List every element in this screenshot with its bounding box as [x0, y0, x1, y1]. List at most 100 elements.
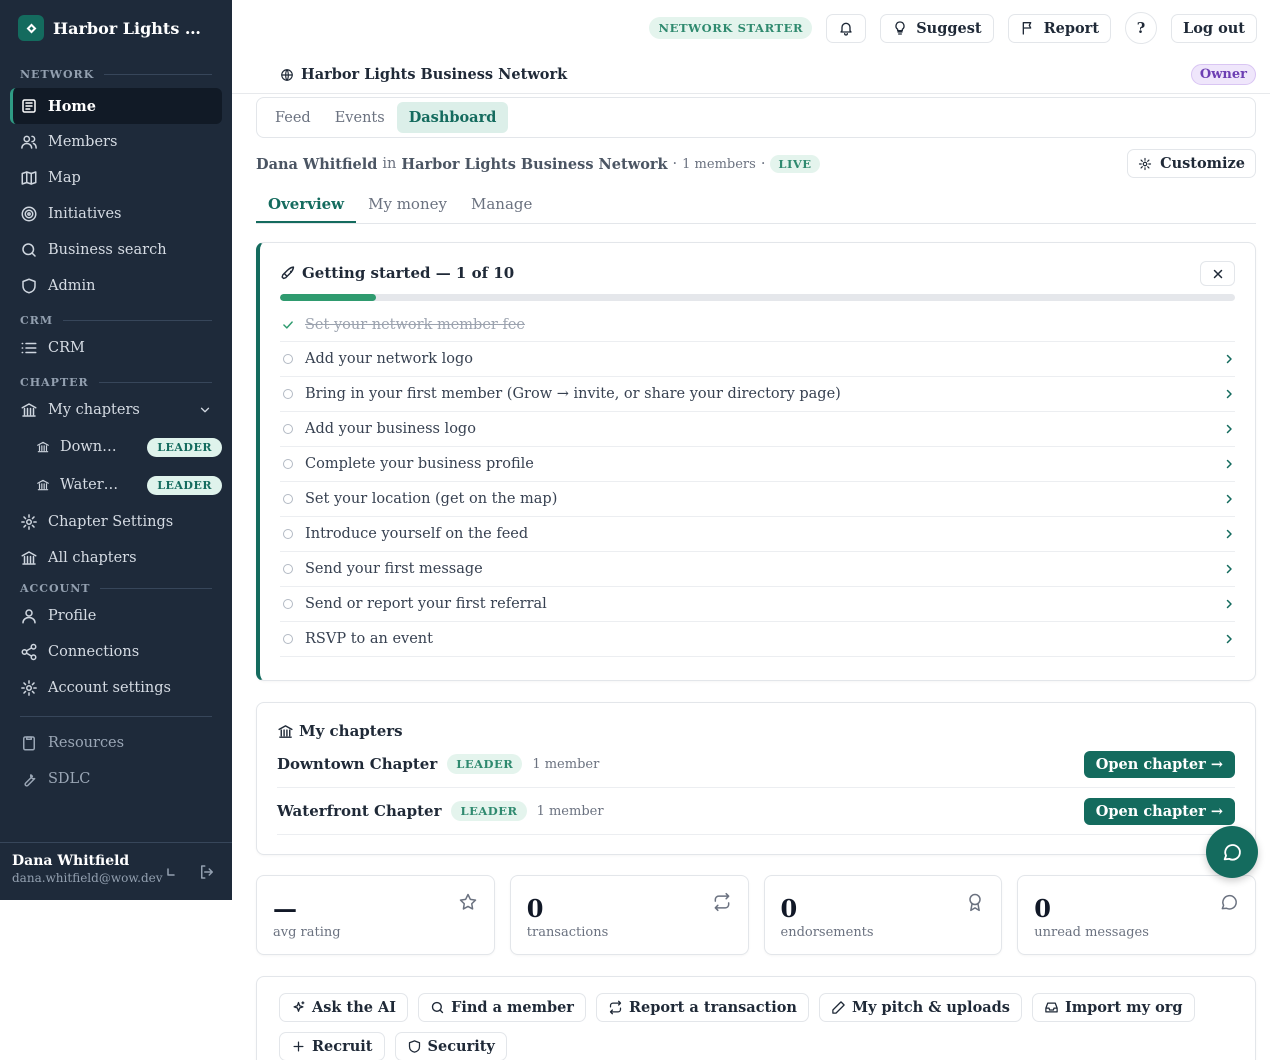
share-icon	[21, 643, 37, 661]
task-item[interactable]: Complete your business profile	[280, 447, 1235, 482]
gear-icon	[1138, 157, 1152, 170]
sidebar-item-initiatives[interactable]: Initiatives	[10, 196, 222, 232]
bank-icon	[21, 551, 37, 565]
stat-label: unread messages	[1034, 925, 1149, 940]
collapse-icon[interactable]	[162, 863, 180, 881]
repeat-icon	[609, 1000, 622, 1015]
import-org-button[interactable]: Import my org	[1031, 993, 1195, 1022]
task-item[interactable]: Send your first message	[280, 552, 1235, 587]
task-label: Add your business logo	[305, 421, 476, 437]
sidebar-item-downtown-chapter[interactable]: Downtown Chapter LEADER	[36, 428, 222, 466]
tab-events[interactable]: Events	[323, 103, 397, 133]
role-badge: Owner	[1190, 64, 1256, 85]
sidebar-item-all-chapters[interactable]: All chapters	[10, 540, 222, 576]
sidebar-item-sdlc[interactable]: SDLC	[10, 761, 222, 797]
task-item[interactable]: RSVP to an event	[280, 622, 1235, 657]
task-item[interactable]: Bring in your first member (Grow → invit…	[280, 377, 1235, 412]
find-member-button[interactable]: Find a member	[418, 993, 586, 1022]
sidebar-item-map[interactable]: Map	[10, 160, 222, 196]
chevron-right-icon	[1226, 564, 1232, 574]
shield-icon	[408, 1040, 420, 1053]
task-label: Send or report your first referral	[305, 596, 547, 612]
help-button[interactable]: ?	[1125, 12, 1158, 44]
sidebar-item-chapter-settings[interactable]: Chapter Settings	[10, 504, 222, 540]
section-network: NETWORK	[0, 64, 232, 84]
task-item[interactable]: Introduce yourself on the feed	[280, 517, 1235, 552]
sidebar-item-account-settings[interactable]: Account settings	[10, 670, 222, 706]
home-icon	[22, 99, 36, 113]
open-chapter-button[interactable]: Open chapter →	[1083, 797, 1235, 825]
chevron-down-icon[interactable]	[198, 403, 212, 417]
gear-icon	[21, 514, 37, 530]
ask-ai-button[interactable]: Ask the AI	[279, 993, 409, 1022]
chapter-name[interactable]: Waterfront Chapter	[277, 802, 441, 820]
sidebar-item-profile[interactable]: Profile	[10, 598, 222, 634]
sidebar-item-admin[interactable]: Admin	[10, 268, 222, 304]
context-members: 1 members	[682, 156, 756, 172]
getting-started-title: Getting started — 1 of 10	[280, 261, 1235, 285]
customize-button[interactable]: Customize	[1127, 149, 1256, 178]
stat-endorsements: 0 endorsements	[763, 875, 1003, 955]
chevron-right-icon	[1226, 634, 1232, 644]
stat-value: 0	[780, 894, 798, 923]
sidebar-item-my-chapters[interactable]: My chapters	[10, 392, 222, 428]
sidebar-item-resources[interactable]: Resources	[10, 725, 222, 761]
sidebar-item-home[interactable]: Home	[10, 88, 222, 124]
logout-icon[interactable]	[198, 863, 216, 881]
task-item[interactable]: Send or report your first referral	[280, 587, 1235, 622]
stat-label: transactions	[526, 925, 609, 940]
chapter-name[interactable]: Downtown Chapter	[277, 755, 437, 773]
getting-started-card: Getting started — 1 of 10 Set your netwo…	[256, 242, 1256, 681]
tab-manage[interactable]: Manage	[459, 190, 544, 223]
circle-icon	[283, 494, 293, 504]
sidebar-item-members[interactable]: Members	[10, 124, 222, 160]
circle-icon	[283, 529, 293, 539]
task-label: Add your network logo	[305, 351, 474, 367]
lightbulb-icon	[895, 21, 905, 35]
brand-logo-icon	[18, 15, 44, 41]
close-button[interactable]	[1200, 261, 1235, 286]
tab-dashboard[interactable]: Dashboard	[396, 102, 509, 133]
sidebar-divider	[20, 716, 212, 717]
network-name[interactable]: Harbor Lights Business Network	[301, 66, 567, 83]
security-button[interactable]: Security	[394, 1032, 507, 1060]
chat-button[interactable]	[1206, 826, 1258, 878]
context-row: Dana Whitfield in Harbor Lights Business…	[256, 138, 1256, 190]
sidebar-item-business-search[interactable]: Business search	[10, 232, 222, 268]
chapter-row: Waterfront Chapter LEADER 1 member Open …	[277, 788, 1235, 835]
sparkles-icon	[293, 1001, 305, 1012]
task-item[interactable]: Add your network logo	[280, 342, 1235, 377]
chevron-right-icon	[1226, 354, 1232, 364]
open-chapter-button[interactable]: Open chapter →	[1083, 750, 1235, 778]
recruit-button[interactable]: Recruit	[279, 1032, 385, 1060]
task-item[interactable]: Set your network member fee	[280, 308, 1235, 342]
chat-icon	[1223, 844, 1241, 861]
brand[interactable]: Harbor Lights Busi...	[0, 0, 232, 56]
logout-button[interactable]: Log out	[1171, 13, 1257, 43]
task-item[interactable]: Add your business logo	[280, 412, 1235, 447]
stat-transactions: 0 transactions	[509, 875, 749, 955]
sidebar-item-connections[interactable]: Connections	[10, 634, 222, 670]
tab-overview[interactable]: Overview	[256, 190, 357, 223]
notifications-button[interactable]	[826, 13, 867, 43]
tab-feed[interactable]: Feed	[263, 103, 323, 133]
report-transaction-button[interactable]: Report a transaction	[595, 993, 809, 1022]
section-account: ACCOUNT	[0, 578, 232, 598]
sidebar-item-waterfront-chapter[interactable]: Waterfront Chapter LEADER	[36, 466, 222, 504]
star-icon	[459, 893, 476, 910]
sidebar-item-crm[interactable]: CRM	[10, 330, 222, 366]
tab-my-money[interactable]: My money	[356, 190, 459, 223]
stat-avg-rating: — avg rating	[256, 875, 495, 955]
context-network: Harbor Lights Business Network	[401, 155, 668, 173]
shield-icon	[22, 278, 36, 294]
report-button[interactable]: Report	[1007, 13, 1112, 43]
plus-icon	[293, 1041, 304, 1052]
rocket-icon	[281, 265, 295, 279]
task-item[interactable]: Set your location (get on the map)	[280, 482, 1235, 517]
suggest-button[interactable]: Suggest	[880, 13, 994, 43]
globe-icon	[281, 68, 293, 81]
network-bar: Harbor Lights Business Network Owner	[232, 56, 1270, 94]
task-label: Introduce yourself on the feed	[305, 526, 529, 542]
award-icon	[969, 893, 981, 912]
pitch-uploads-button[interactable]: My pitch & uploads	[818, 993, 1022, 1022]
